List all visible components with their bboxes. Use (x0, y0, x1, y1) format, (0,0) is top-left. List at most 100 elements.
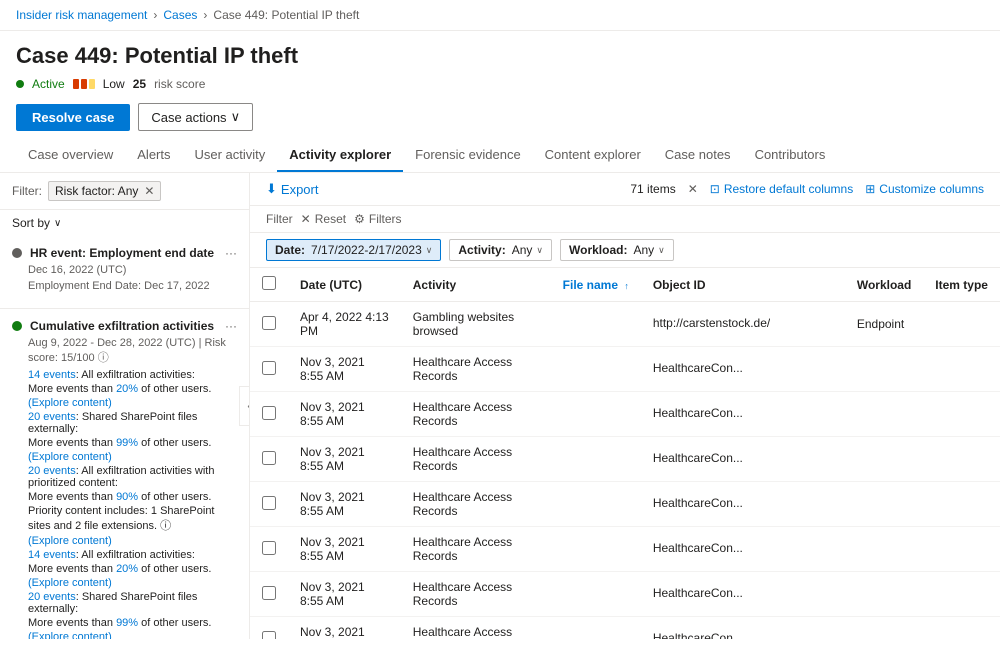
breadcrumb-link-1[interactable]: Insider risk management (16, 8, 147, 22)
date-filter-chip[interactable]: Date: 7/17/2022-2/17/2023 ∨ (266, 239, 441, 261)
exfil-detail-5: 20 events: All exfiltration activities w… (28, 465, 237, 489)
header-objectid[interactable]: Object ID (641, 268, 845, 302)
filter-text: Filter (266, 212, 293, 226)
customize-columns-button[interactable]: ⊞ Customize columns (865, 182, 984, 196)
exfil-detail-4: More events than 99% of other users. (28, 437, 237, 449)
event-exfil-title: Cumulative exfiltration activities (30, 319, 214, 333)
exfil-explore-2[interactable]: (Explore content) (28, 451, 237, 463)
row-objectid-2: HealthcareCon... (641, 392, 845, 437)
tab-user-activity[interactable]: User activity (183, 139, 278, 172)
row-checkbox-5[interactable] (262, 541, 276, 555)
table-body: Apr 4, 2022 4:13 PM Gambling websites br… (250, 302, 1000, 640)
header-checkbox (250, 268, 288, 302)
activity-chip-chevron-icon: ∨ (536, 245, 543, 256)
row-checkbox-cell (250, 482, 288, 527)
right-toolbar: ⬇ Export 71 items ✕ ⊡ Restore default co… (250, 173, 1000, 206)
table-row: Apr 4, 2022 4:13 PM Gambling websites br… (250, 302, 1000, 347)
workload-chip-label: Workload: (569, 243, 627, 257)
sort-label: Sort by (12, 216, 50, 230)
header-workload[interactable]: Workload (845, 268, 923, 302)
header-activity[interactable]: Activity (401, 268, 551, 302)
date-chip-value: 7/17/2022-2/17/2023 (311, 243, 422, 257)
workload-filter-chip[interactable]: Workload: Any ∨ (560, 239, 674, 261)
row-date-6: Nov 3, 2021 8:55 AM (288, 572, 401, 617)
resolve-case-button[interactable]: Resolve case (16, 104, 130, 131)
row-date-7: Nov 3, 2021 8:55 AM (288, 617, 401, 640)
tab-activity-explorer[interactable]: Activity explorer (277, 139, 403, 172)
exfil-explore-3[interactable]: (Explore content) (28, 535, 237, 547)
row-itemtype-0 (923, 302, 1000, 347)
row-itemtype-4 (923, 482, 1000, 527)
row-activity-6: Healthcare Access Records (401, 572, 551, 617)
row-objectid-0: http://carstenstock.de/ (641, 302, 845, 347)
row-checkbox-2[interactable] (262, 406, 276, 420)
close-items-icon[interactable]: ✕ (688, 182, 698, 196)
tab-case-notes[interactable]: Case notes (653, 139, 743, 172)
row-checkbox-6[interactable] (262, 586, 276, 600)
exfil-explore-1[interactable]: (Explore content) (28, 397, 237, 409)
row-itemtype-6 (923, 572, 1000, 617)
row-workload-3 (845, 437, 923, 482)
row-checkbox-cell (250, 437, 288, 482)
row-checkbox-0[interactable] (262, 316, 276, 330)
row-checkbox-4[interactable] (262, 496, 276, 510)
row-workload-1 (845, 347, 923, 392)
breadcrumb-link-2[interactable]: Cases (163, 8, 197, 22)
header-itemtype[interactable]: Item type (923, 268, 1000, 302)
event-exfil-date: Aug 9, 2022 - Dec 28, 2022 (UTC) | Risk … (28, 337, 237, 365)
row-checkbox-3[interactable] (262, 451, 276, 465)
header-date[interactable]: Date (UTC) (288, 268, 401, 302)
row-date-2: Nov 3, 2021 8:55 AM (288, 392, 401, 437)
tab-case-overview[interactable]: Case overview (16, 139, 125, 172)
filter-tag-value: Risk factor: Any (55, 184, 138, 198)
row-itemtype-5 (923, 527, 1000, 572)
row-objectid-6: HealthcareCon... (641, 572, 845, 617)
table-row: Nov 3, 2021 8:55 AM Healthcare Access Re… (250, 572, 1000, 617)
page-header: Case 449: Potential IP theft Active Low … (0, 31, 1000, 99)
filter-close-icon[interactable]: ✕ (144, 184, 154, 198)
select-all-checkbox[interactable] (262, 276, 276, 290)
activity-filter-chip[interactable]: Activity: Any ∨ (449, 239, 552, 261)
row-date-3: Nov 3, 2021 8:55 AM (288, 437, 401, 482)
case-actions-button[interactable]: Case actions ∨ (138, 103, 253, 131)
tab-contributors[interactable]: Contributors (743, 139, 838, 172)
tab-content-explorer[interactable]: Content explorer (533, 139, 653, 172)
filter-tag[interactable]: Risk factor: Any ✕ (48, 181, 161, 201)
tabs: Case overview Alerts User activity Activ… (0, 139, 1000, 173)
filters-button[interactable]: ⚙ Filters (354, 212, 401, 226)
row-activity-1: Healthcare Access Records (401, 347, 551, 392)
event-dot-gray (12, 248, 22, 258)
event-exfil-more-icon[interactable]: ··· (225, 319, 237, 333)
table-row: Nov 3, 2021 8:55 AM Healthcare Access Re… (250, 347, 1000, 392)
activity-chip-label: Activity: (458, 243, 505, 257)
row-activity-3: Healthcare Access Records (401, 437, 551, 482)
tab-alerts[interactable]: Alerts (125, 139, 182, 172)
header-filename[interactable]: File name ↑ (551, 268, 641, 302)
filter-label: Filter: (12, 184, 42, 198)
collapse-panel-button[interactable]: ‹ (239, 386, 250, 426)
event-hr-more-icon[interactable]: ··· (225, 246, 237, 260)
row-activity-2: Healthcare Access Records (401, 392, 551, 437)
status-row: Active Low 25 risk score (16, 77, 984, 91)
row-workload-7 (845, 617, 923, 640)
row-activity-4: Healthcare Access Records (401, 482, 551, 527)
export-button[interactable]: ⬇ Export (266, 181, 318, 197)
exfil-explore-4[interactable]: (Explore content) (28, 577, 237, 589)
row-filename-2 (551, 392, 641, 437)
sort-bar[interactable]: Sort by ∨ (0, 210, 249, 236)
tab-forensic-evidence[interactable]: Forensic evidence (403, 139, 533, 172)
row-activity-7: Healthcare Access Records (401, 617, 551, 640)
restore-default-columns-button[interactable]: ⊡ Restore default columns (710, 182, 853, 196)
row-filename-5 (551, 527, 641, 572)
row-filename-0 (551, 302, 641, 347)
reset-button[interactable]: ✕ Reset (301, 212, 346, 226)
exfil-explore-5[interactable]: (Explore content) (28, 631, 237, 639)
status-dot (16, 80, 24, 88)
row-objectid-1: HealthcareCon... (641, 347, 845, 392)
row-checkbox-7[interactable] (262, 631, 276, 640)
case-actions-label: Case actions (151, 110, 226, 125)
table-row: Nov 3, 2021 8:55 AM Healthcare Access Re… (250, 482, 1000, 527)
main-content: Filter: Risk factor: Any ✕ Sort by ∨ HR … (0, 173, 1000, 639)
row-checkbox-1[interactable] (262, 361, 276, 375)
table-row: Nov 3, 2021 8:55 AM Healthcare Access Re… (250, 527, 1000, 572)
